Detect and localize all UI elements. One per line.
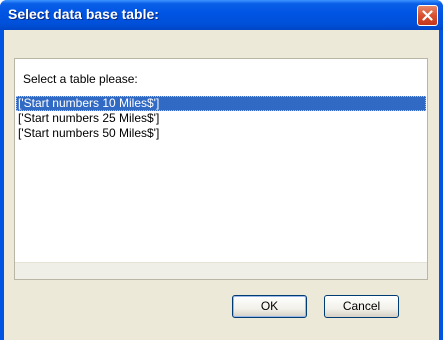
close-button[interactable] (417, 5, 438, 26)
prompt-label: Select a table please: (23, 72, 138, 86)
dialog-title: Select data base table: (8, 6, 159, 22)
dialog-body: Select a table please: ['Start numbers 1… (4, 30, 439, 340)
table-panel: Select a table please: ['Start numbers 1… (14, 58, 428, 280)
list-footer-bar (15, 262, 427, 279)
dialog-window: Select data base table: Select a table p… (0, 0, 443, 340)
table-list-item-10-miles[interactable]: ['Start numbers 10 Miles$'] (16, 96, 426, 111)
table-list-item-25-miles[interactable]: ['Start numbers 25 Miles$'] (16, 111, 426, 126)
ok-button[interactable]: OK (232, 295, 307, 318)
title-bar[interactable]: Select data base table: (0, 0, 443, 30)
table-list-item-50-miles[interactable]: ['Start numbers 50 Miles$'] (16, 126, 426, 141)
cancel-button[interactable]: Cancel (324, 295, 399, 318)
close-icon (422, 10, 433, 21)
table-list[interactable]: ['Start numbers 10 Miles$'] ['Start numb… (16, 96, 426, 141)
